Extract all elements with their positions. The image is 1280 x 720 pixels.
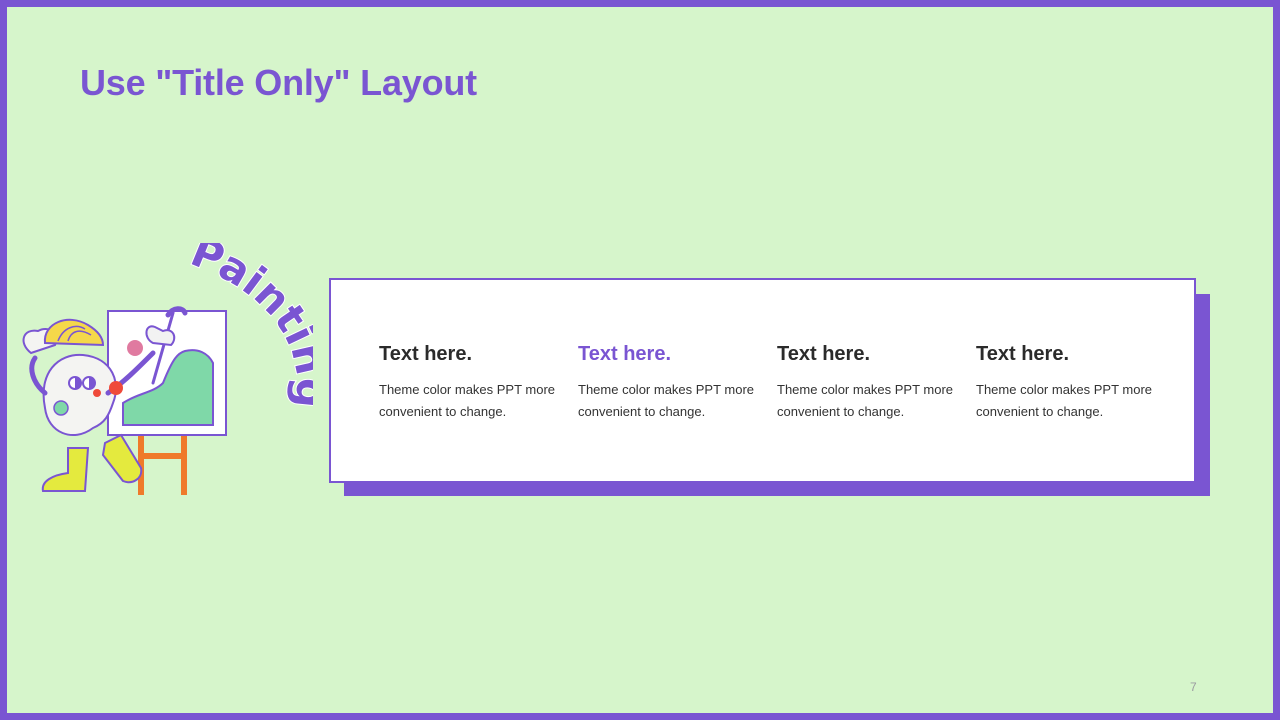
text-column-1: Text here. Theme color makes PPT more co… — [379, 343, 569, 423]
column-heading: Text here. — [578, 343, 671, 365]
column-body: Theme color makes PPT more convenient to… — [379, 382, 556, 419]
column-body: Theme color makes PPT more convenient to… — [976, 382, 1153, 419]
column-body: Theme color makes PPT more convenient to… — [777, 382, 954, 419]
canvas-pink-dot — [127, 340, 143, 356]
text-column-4: Text here. Theme color makes PPT more co… — [976, 343, 1166, 423]
column-body: Theme color makes PPT more convenient to… — [578, 382, 755, 419]
easel-crossbar — [138, 453, 187, 459]
slide: Use "Title Only" Layout Paint Text here.… — [7, 7, 1273, 713]
text-column-2: Text here. Theme color makes PPT more co… — [578, 343, 768, 423]
page-number: 7 — [1190, 680, 1197, 694]
left-boot-icon — [41, 447, 90, 492]
character-body — [42, 353, 117, 437]
right-boot-icon — [101, 433, 143, 484]
column-heading: Text here. — [379, 343, 472, 365]
content-card: Text here. Theme color makes PPT more co… — [329, 278, 1196, 483]
painter-illustration: Painting — [13, 226, 338, 518]
column-heading: Text here. — [976, 343, 1069, 365]
column-heading: Text here. — [777, 343, 870, 365]
slide-title: Use "Title Only" Layout — [80, 62, 477, 103]
text-column-3: Text here. Theme color makes PPT more co… — [777, 343, 967, 423]
